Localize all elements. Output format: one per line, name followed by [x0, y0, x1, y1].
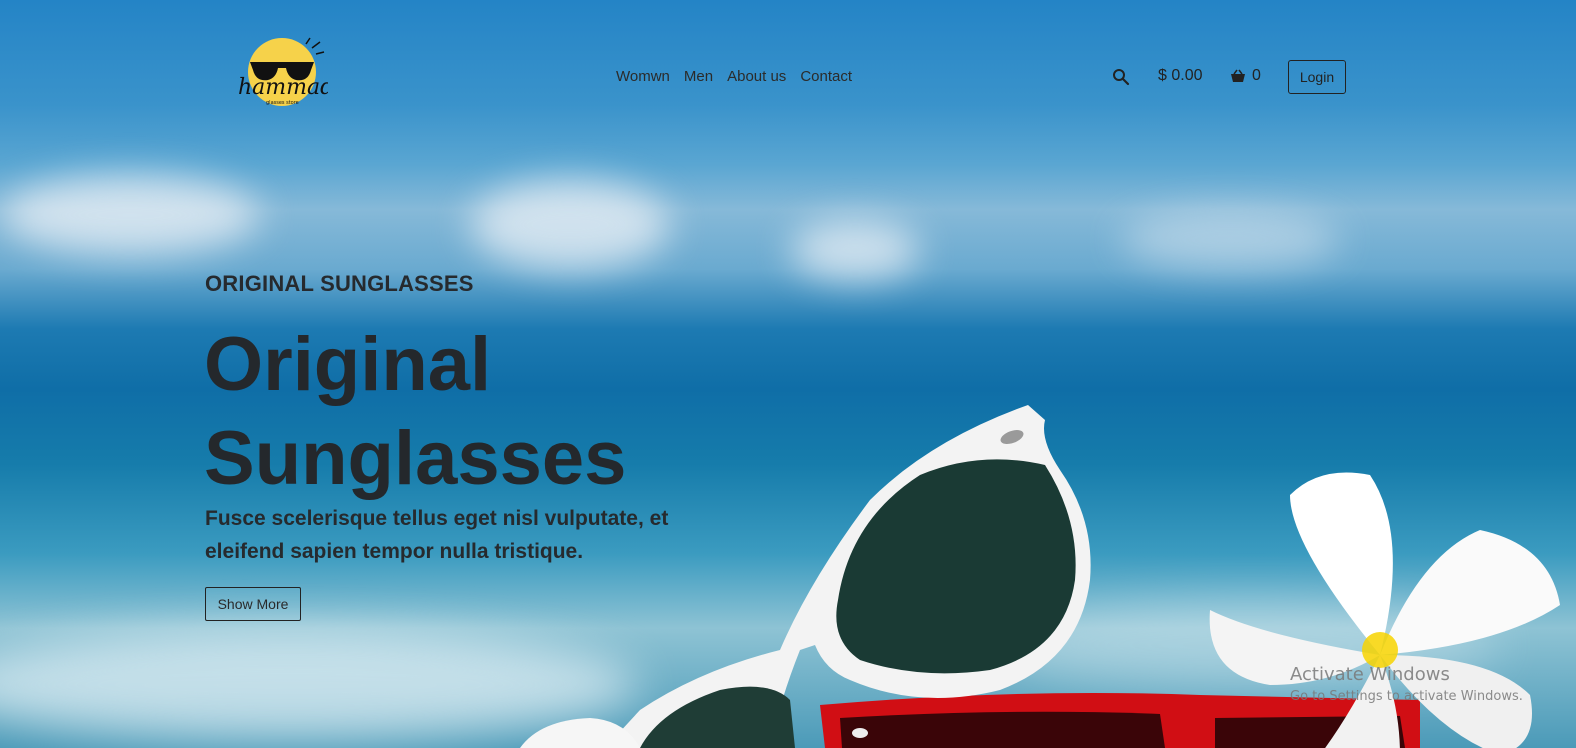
activate-windows-watermark: Activate Windows Go to Settings to activ…	[1290, 664, 1523, 704]
search-icon[interactable]	[1112, 68, 1130, 86]
nav-item-about-us[interactable]: About us	[727, 68, 786, 85]
logo-text: hammad	[238, 75, 328, 100]
hero-headline-line1: Original	[204, 322, 492, 407]
hero-kicker: ORIGINAL SUNGLASSES	[205, 271, 474, 296]
hero-headline-line2: Sunglasses	[204, 416, 627, 501]
logo-tagline: glasses store	[266, 100, 299, 106]
hero-subtitle: Fusce scelerisque tellus eget nisl vulpu…	[205, 507, 669, 563]
hero-headline: Original Sunglasses	[204, 318, 804, 506]
cart-total: $ 0.00	[1158, 67, 1203, 84]
nav-item-contact[interactable]: Contact	[800, 68, 852, 85]
nav-item-men[interactable]: Men	[684, 68, 713, 85]
watermark-subtitle: Go to Settings to activate Windows.	[1290, 689, 1523, 704]
main-nav: Womwn Men About us Contact	[616, 68, 852, 85]
show-more-button[interactable]: Show More	[205, 587, 301, 621]
brand-logo[interactable]: hammad glasses store	[236, 34, 334, 108]
cart-count: 0	[1252, 67, 1261, 84]
nav-item-women[interactable]: Womwn	[616, 68, 670, 85]
watermark-title: Activate Windows	[1290, 664, 1450, 685]
login-button[interactable]: Login	[1288, 60, 1346, 94]
cart-button[interactable]: 0	[1230, 67, 1261, 85]
basket-icon	[1231, 69, 1245, 82]
